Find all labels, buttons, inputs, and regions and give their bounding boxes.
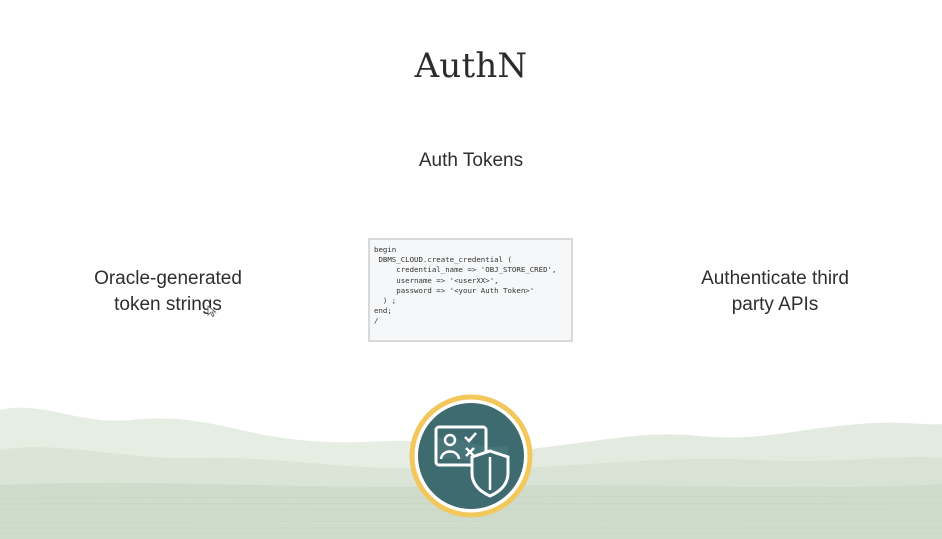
left-caption: Oracle-generated token strings (58, 266, 278, 318)
mouse-cursor-icon (207, 305, 217, 317)
code-line: end; (374, 306, 392, 316)
code-line: password => '<your Auth Token>' (374, 285, 535, 295)
credential-shield-icon (409, 394, 533, 518)
left-caption-line-1: Oracle-generated (94, 268, 242, 289)
code-line: begin (374, 245, 397, 254)
code-line: / (374, 316, 379, 326)
right-caption-line-1: Authenticate third (701, 268, 849, 289)
slide-title: AuthN (414, 46, 528, 86)
code-snippet: begin DBMS_CLOUD.create_credential ( cre… (368, 238, 573, 342)
slide-subtitle: Auth Tokens (418, 150, 524, 171)
left-caption-line-2: token strings (114, 294, 222, 315)
right-caption-line-2: party APIs (731, 294, 819, 315)
code-line: credential_name => 'OBJ_STORE_CRED', (374, 265, 557, 275)
code-line: ) ; (374, 296, 397, 306)
code-line: username => '<userXX>', (374, 275, 499, 285)
code-line: DBMS_CLOUD.create_credential ( (374, 255, 512, 265)
right-caption: Authenticate third party APIs (665, 266, 885, 318)
slide: AuthN Auth Tokens Oracle-generated token… (0, 0, 942, 539)
